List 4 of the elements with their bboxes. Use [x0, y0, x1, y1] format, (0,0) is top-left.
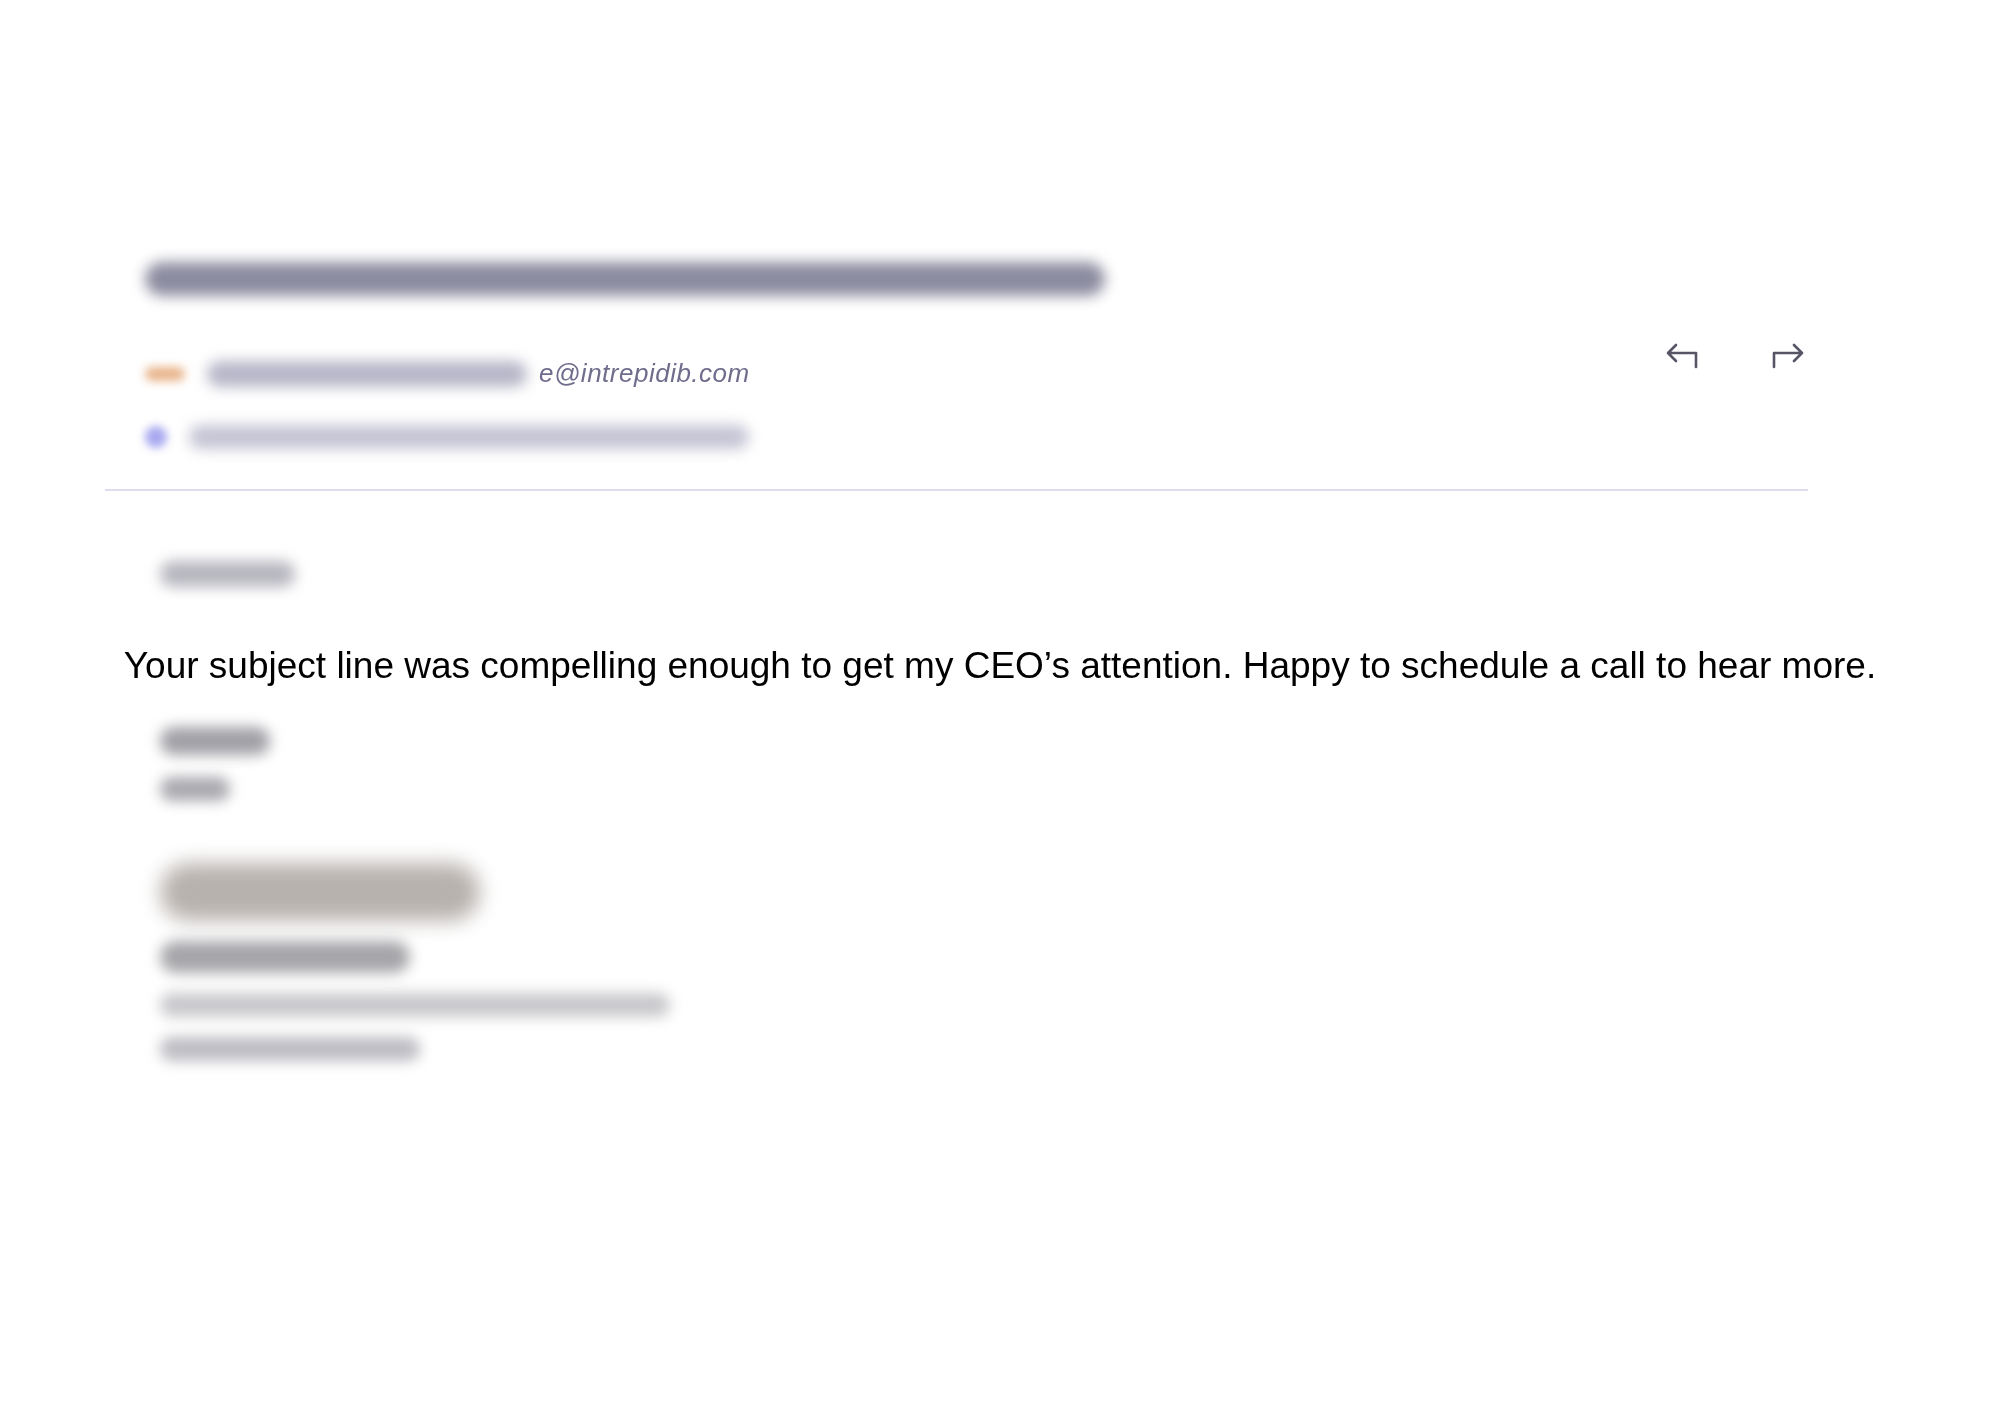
- recipient-icon: [145, 426, 167, 448]
- message-text: Your subject line was compelling enough to get my CEO’s attention. Happy to schedule a call to hear more.: [122, 645, 1878, 687]
- sender-email: e@intrepidib.com: [539, 358, 750, 389]
- sender-first-name: [160, 777, 230, 801]
